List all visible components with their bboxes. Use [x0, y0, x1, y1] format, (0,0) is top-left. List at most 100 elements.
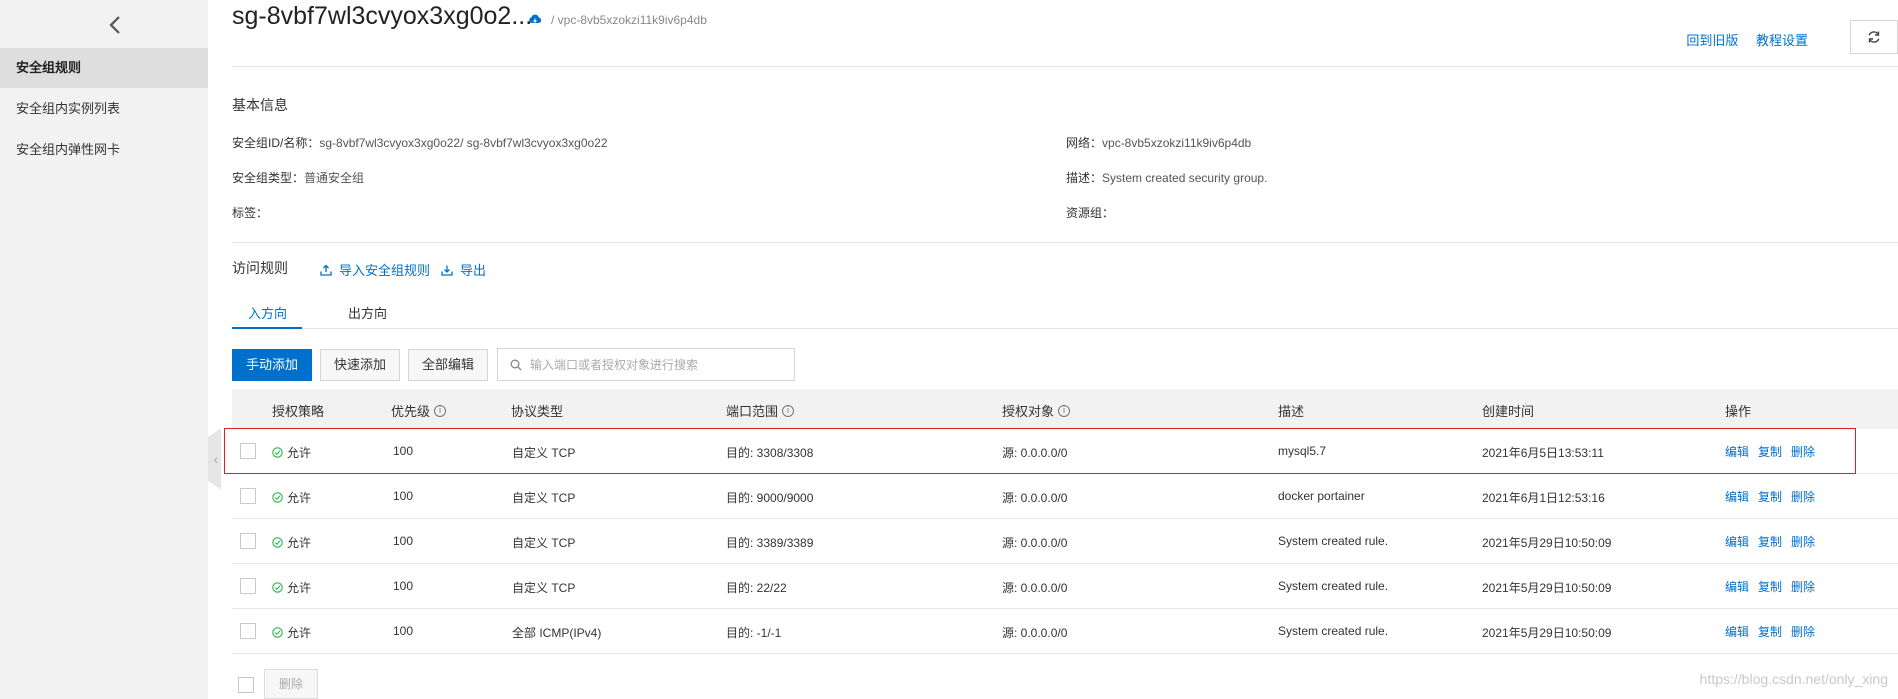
- policy-cell: 允许: [272, 579, 311, 596]
- watermark: https://blog.csdn.net/only_xing: [1699, 671, 1888, 687]
- delete-link[interactable]: 删除: [1791, 535, 1815, 549]
- vpc-breadcrumb[interactable]: / vpc-8vb5xzokzi11k9iv6p4db: [551, 13, 707, 27]
- row-actions: 编辑 复制 删除: [1725, 488, 1824, 505]
- copy-link[interactable]: 复制: [1758, 625, 1782, 639]
- quick-add-button[interactable]: 快速添加: [320, 349, 400, 381]
- port-cell: 目的: 22/22: [726, 581, 787, 595]
- manual-add-button[interactable]: 手动添加: [232, 349, 312, 381]
- delete-link[interactable]: 删除: [1791, 445, 1815, 459]
- priority-cell: 100: [393, 489, 414, 503]
- table-header: 授权策略 优先级 i 协议类型 端口范围 i 授权对象 i 描述 创建时间 操作: [232, 389, 1898, 429]
- info-icon[interactable]: i: [1058, 404, 1071, 417]
- protocol-cell: 自定义 TCP: [512, 491, 576, 505]
- row-actions: 编辑 复制 删除: [1725, 623, 1824, 640]
- created-cell: 2021年6月5日13:53:11: [1482, 446, 1604, 460]
- source-cell: 源: 0.0.0.0/0: [1002, 446, 1068, 460]
- col-priority-label: 优先级: [391, 404, 431, 419]
- priority-cell: 100: [393, 624, 414, 638]
- refresh-button[interactable]: [1850, 20, 1898, 54]
- policy-text: 允许: [287, 581, 312, 595]
- info-divider: [232, 242, 1898, 243]
- tags-info: 标签：: [232, 204, 268, 221]
- row-checkbox[interactable]: [240, 578, 256, 594]
- priority-cell: 100: [393, 444, 414, 458]
- import-rules-link[interactable]: 导入安全组规则: [320, 260, 430, 279]
- row-checkbox[interactable]: [240, 533, 256, 549]
- table-row: 允许 100 全部 ICMP(IPv4) 目的: -1/-1 源: 0.0.0.…: [232, 609, 1898, 654]
- search-input[interactable]: [530, 357, 770, 372]
- table-row: 允许 100 自定义 TCP 目的: 3308/3308 源: 0.0.0.0/…: [232, 429, 1898, 474]
- tab-outbound[interactable]: 出方向: [348, 303, 387, 322]
- col-actions: 操作: [1725, 401, 1751, 420]
- edit-link[interactable]: 编辑: [1725, 625, 1749, 639]
- tabs-divider: [232, 328, 1898, 329]
- description-cell: mysql5.7: [1278, 444, 1327, 458]
- protocol-cell: 自定义 TCP: [512, 581, 576, 595]
- port-cell: 目的: 9000/9000: [726, 491, 814, 505]
- description-info: 描述：System created security group.: [1066, 169, 1267, 186]
- sidebar-item-instance-list[interactable]: 安全组内实例列表: [0, 89, 208, 129]
- back-to-old-version-link[interactable]: 回到旧版: [1686, 33, 1738, 48]
- col-actions-label: 操作: [1725, 404, 1752, 419]
- copy-link[interactable]: 复制: [1758, 445, 1782, 459]
- sidebar-item-eni[interactable]: 安全组内弹性网卡: [0, 130, 208, 170]
- select-all-checkbox[interactable]: [238, 677, 254, 693]
- sidebar-collapse-handle[interactable]: ‹: [208, 428, 221, 490]
- active-tab-indicator: [232, 327, 302, 329]
- sidebar-item-sg-rules[interactable]: 安全组规则: [0, 48, 208, 88]
- network-info: 网络：vpc-8vb5xzokzi11k9iv6p4db: [1066, 134, 1251, 151]
- policy-cell: 允许: [272, 444, 311, 461]
- edit-link[interactable]: 编辑: [1725, 535, 1749, 549]
- import-rules-label: 导入安全组规则: [339, 263, 431, 278]
- search-box: [497, 348, 795, 381]
- copy-link[interactable]: 复制: [1758, 490, 1782, 504]
- port-cell: 目的: -1/-1: [726, 626, 782, 640]
- col-policy-label: 授权策略: [272, 404, 325, 419]
- edit-link[interactable]: 编辑: [1725, 445, 1749, 459]
- source-cell: 源: 0.0.0.0/0: [1002, 491, 1068, 505]
- row-checkbox[interactable]: [240, 443, 256, 459]
- delete-link[interactable]: 删除: [1791, 580, 1815, 594]
- source-cell: 源: 0.0.0.0/0: [1002, 626, 1068, 640]
- tutorial-settings-link[interactable]: 教程设置: [1756, 33, 1808, 48]
- delete-link[interactable]: 删除: [1791, 625, 1815, 639]
- copy-link[interactable]: 复制: [1758, 535, 1782, 549]
- info-icon[interactable]: i: [434, 404, 447, 417]
- edit-link[interactable]: 编辑: [1725, 490, 1749, 504]
- delete-link[interactable]: 删除: [1791, 490, 1815, 504]
- col-port-label: 端口范围: [726, 404, 779, 419]
- sg-type-value: 普通安全组: [304, 171, 365, 185]
- sg-type-label: 安全组类型：: [232, 171, 305, 185]
- table-row: 允许 100 自定义 TCP 目的: 3389/3389 源: 0.0.0.0/…: [232, 519, 1898, 564]
- col-policy: 授权策略: [272, 401, 324, 420]
- sg-type-info: 安全组类型：普通安全组: [232, 169, 364, 186]
- row-checkbox[interactable]: [240, 623, 256, 639]
- description-cell: System created rule.: [1278, 579, 1389, 593]
- protocol-cell: 自定义 TCP: [512, 446, 576, 460]
- table-row: 允许 100 自定义 TCP 目的: 9000/9000 源: 0.0.0.0/…: [232, 474, 1898, 519]
- export-label: 导出: [460, 263, 487, 278]
- tags-label: 标签：: [232, 206, 269, 220]
- edit-link[interactable]: 编辑: [1725, 580, 1749, 594]
- back-button[interactable]: [100, 8, 130, 42]
- row-checkbox[interactable]: [240, 488, 256, 504]
- chevron-left-icon: ‹: [213, 451, 219, 467]
- policy-cell: 允许: [272, 489, 311, 506]
- refresh-icon: [1868, 31, 1880, 43]
- tab-inbound[interactable]: 入方向: [248, 303, 287, 322]
- copy-link[interactable]: 复制: [1758, 580, 1782, 594]
- check-circle-icon: [272, 447, 283, 458]
- check-circle-icon: [272, 537, 283, 548]
- bulk-delete-button[interactable]: 删除: [264, 669, 318, 699]
- row-actions: 编辑 复制 删除: [1725, 533, 1824, 550]
- resource-group-info: 资源组：: [1066, 204, 1114, 221]
- info-icon[interactable]: i: [782, 404, 795, 417]
- col-protocol: 协议类型: [511, 401, 563, 420]
- edit-all-button[interactable]: 全部编辑: [408, 349, 488, 381]
- sidebar: 安全组规则 安全组内实例列表 安全组内弹性网卡: [0, 0, 208, 699]
- col-created-label: 创建时间: [1482, 404, 1535, 419]
- col-protocol-label: 协议类型: [511, 404, 564, 419]
- priority-cell: 100: [393, 534, 414, 548]
- export-link[interactable]: 导出: [441, 260, 486, 279]
- table-row: 允许 100 自定义 TCP 目的: 22/22 源: 0.0.0.0/0 Sy…: [232, 564, 1898, 609]
